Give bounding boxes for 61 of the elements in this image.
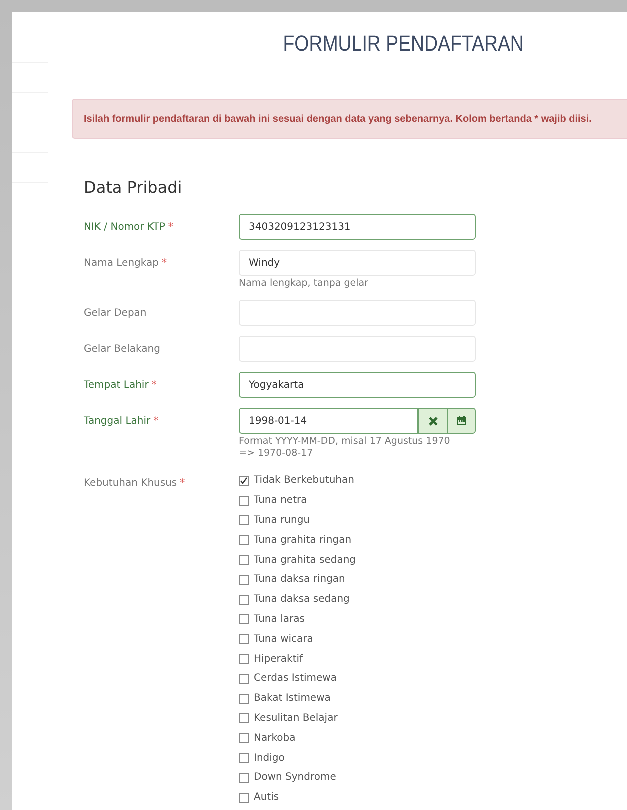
field-label: Gelar Depan [84, 307, 147, 321]
page-title: FORMULIR PENDAFTARAN [283, 30, 524, 58]
checkbox[interactable] [239, 476, 249, 486]
checkbox-label: Tuna grahita sedang [254, 554, 356, 568]
checkbox[interactable] [239, 614, 249, 624]
checkbox[interactable] [239, 535, 249, 546]
checkbox[interactable] [239, 515, 249, 526]
field-label: Tanggal Lahir [84, 415, 151, 429]
checkbox[interactable] [239, 753, 249, 764]
required-mark: * [154, 415, 159, 429]
checkbox-label: Down Syndrome [254, 771, 336, 786]
checkbox[interactable] [239, 694, 249, 704]
checkbox-label: Autis [254, 791, 280, 806]
checkbox-label: Tuna daksa ringan [254, 573, 346, 588]
required-mark: * [168, 221, 174, 235]
required-mark: * [162, 257, 167, 271]
checkbox-label: Bakat Istimewa [254, 692, 331, 706]
input-field[interactable] [239, 300, 476, 326]
field-label: Gelar Belakang [84, 343, 160, 357]
calendar-icon [456, 416, 466, 426]
checkbox[interactable] [239, 634, 249, 644]
section-heading: Data Pribadi [84, 177, 184, 199]
checkbox[interactable] [239, 772, 249, 783]
checkbox[interactable] [239, 792, 249, 803]
checkbox-label: Tidak Berkebutuhan [254, 474, 354, 488]
checkbox-label: Cerdas Istimewa [254, 672, 337, 686]
clear-button[interactable] [418, 408, 447, 434]
checkbox[interactable] [239, 733, 249, 744]
checkbox-label: Tuna daksa sedang [254, 593, 350, 608]
clear-icon [428, 416, 438, 426]
input-field[interactable]: 3403209123123131 [239, 214, 476, 240]
checkbox-label: Tuna grahita ringan [254, 534, 352, 548]
checkbox[interactable] [239, 674, 249, 684]
checkbox[interactable] [239, 574, 249, 585]
date-field[interactable]: 1998-01-14 [239, 408, 418, 434]
checkbox[interactable] [239, 496, 249, 506]
checkbox[interactable] [239, 594, 249, 605]
checkbox[interactable] [239, 713, 249, 724]
checkbox-label: Tuna wicara [254, 632, 314, 647]
field-label: Tempat Lahir [84, 379, 149, 393]
checkbox-label: Tuna rungu [254, 514, 310, 528]
input-field[interactable] [239, 336, 476, 362]
checkbox[interactable] [239, 555, 249, 566]
checkbox-label: Indigo [254, 752, 285, 766]
required-mark: * [152, 379, 157, 393]
checkbox-label: Kesulitan Belajar [254, 712, 338, 726]
field-label: Kebutuhan Khusus [84, 477, 178, 491]
checkbox-label: Hiperaktif [254, 652, 304, 667]
field-label: NIK / Nomor KTP [84, 221, 166, 235]
input-field[interactable]: Yogyakarta [239, 372, 476, 398]
required-mark: * [180, 477, 186, 491]
calendar-button[interactable] [447, 408, 476, 434]
help-text: Format YYYY-MM-DD, misal 17 Agustus 1970 => 1970-08-17 [239, 436, 452, 460]
checkbox-label: Tuna netra [254, 494, 308, 508]
checkbox-label: Tuna laras [254, 612, 305, 627]
alert-text: Isilah formulir pendaftaran di bawah ini sesuai dengan data yang sebenarnya. Kolom bertanda * wajib diisi. [84, 112, 592, 126]
input-field[interactable]: Windy [239, 250, 476, 276]
help-text: Nama lengkap, tanpa gelar [239, 278, 370, 290]
field-label: Nama Lengkap [84, 257, 159, 271]
checkbox-label: Narkoba [254, 732, 296, 746]
checkbox[interactable] [239, 654, 249, 664]
